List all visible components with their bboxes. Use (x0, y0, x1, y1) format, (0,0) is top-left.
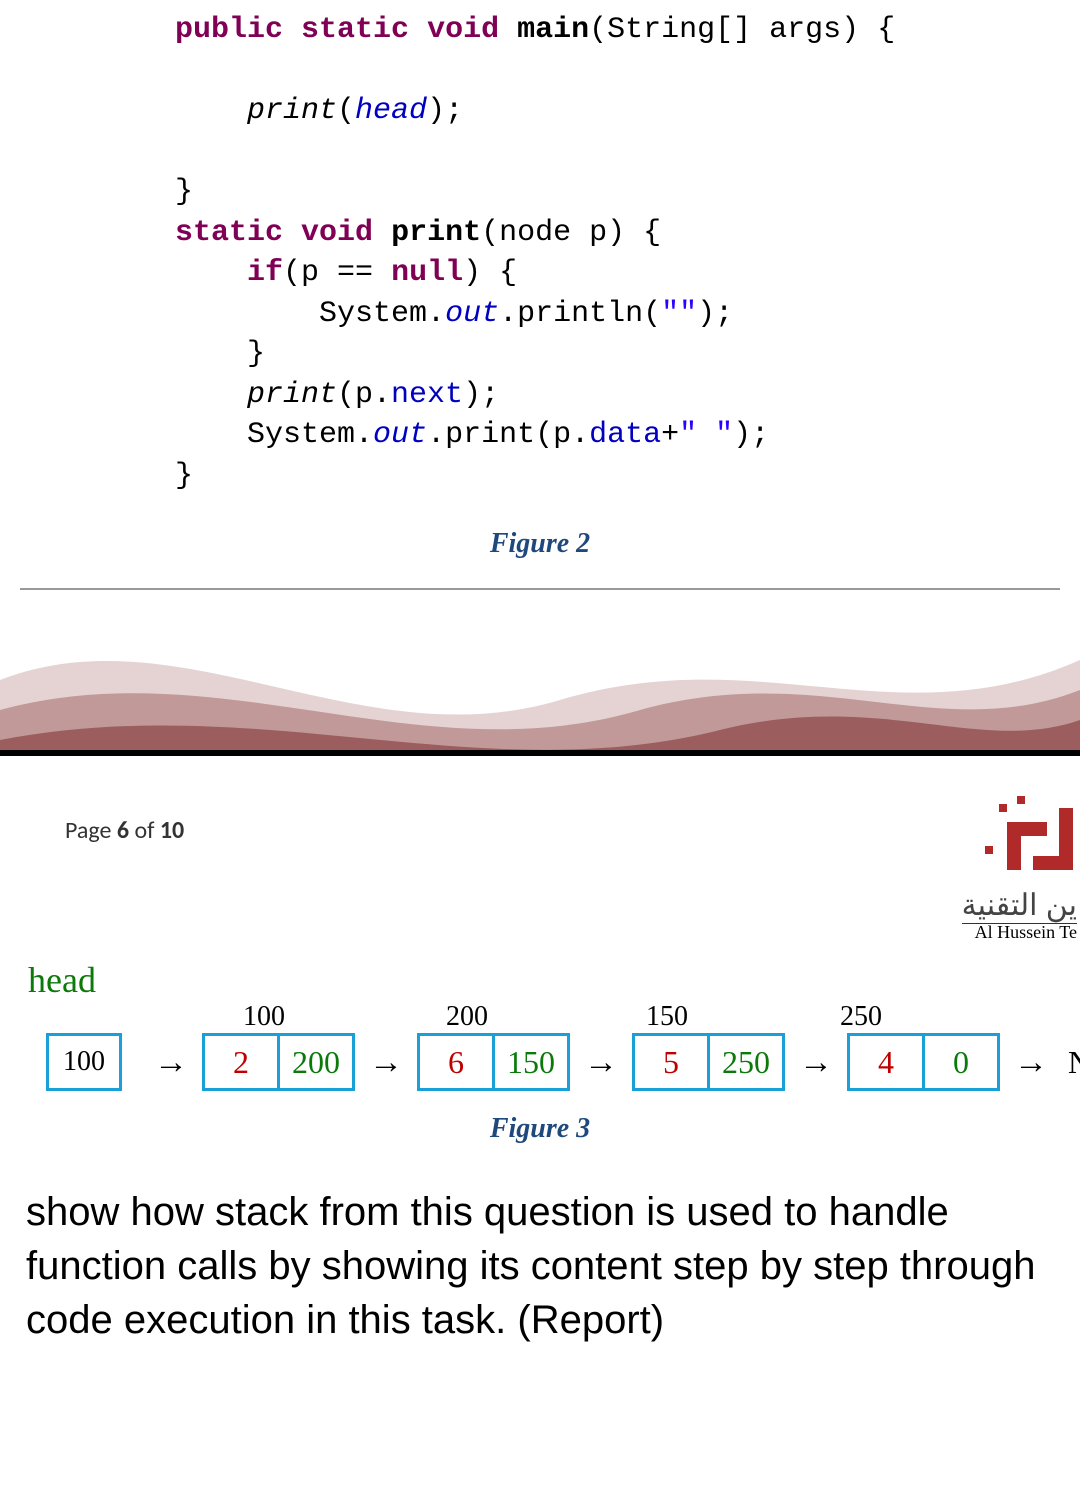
figure-2-caption: Figure 2 (0, 528, 1080, 560)
node-addr-2: 150 (646, 1001, 688, 1033)
logo-arabic-text: ين التقنية (962, 888, 1077, 923)
arrow-icon: → (154, 1043, 188, 1082)
institution-logo: ين التقنية Al Hussein Te (962, 796, 1077, 943)
figure-3-linkedlist: head 100 200 150 250 100 → 2 200 → 6 150… (0, 953, 1080, 1091)
arrow-icon: → (1014, 1043, 1048, 1082)
code-figure-2: public static void main(String[] args) {… (0, 0, 1080, 506)
null-label: NULL (1068, 1044, 1080, 1081)
head-label: head (28, 959, 1062, 1001)
figure-3-caption: Figure 3 (0, 1113, 1080, 1145)
arrow-icon: → (799, 1043, 833, 1082)
node-0: 2 200 (202, 1033, 355, 1091)
arrow-icon: → (584, 1043, 618, 1082)
node-1: 6 150 (417, 1033, 570, 1091)
question-text: show how stack from this question is use… (0, 1173, 1080, 1397)
arrow-icon: → (369, 1043, 403, 1082)
decorative-wave (0, 590, 1080, 756)
node-addr-3: 250 (840, 1001, 882, 1033)
head-box: 100 (46, 1033, 122, 1091)
node-2: 5 250 (632, 1033, 785, 1091)
page-number: Page 6 of 10 (65, 816, 184, 845)
logo-subtext: Al Hussein Te (962, 922, 1077, 943)
node-addr-0: 100 (243, 1001, 285, 1033)
node-3: 4 0 (847, 1033, 1000, 1091)
node-addr-1: 200 (446, 1001, 488, 1033)
